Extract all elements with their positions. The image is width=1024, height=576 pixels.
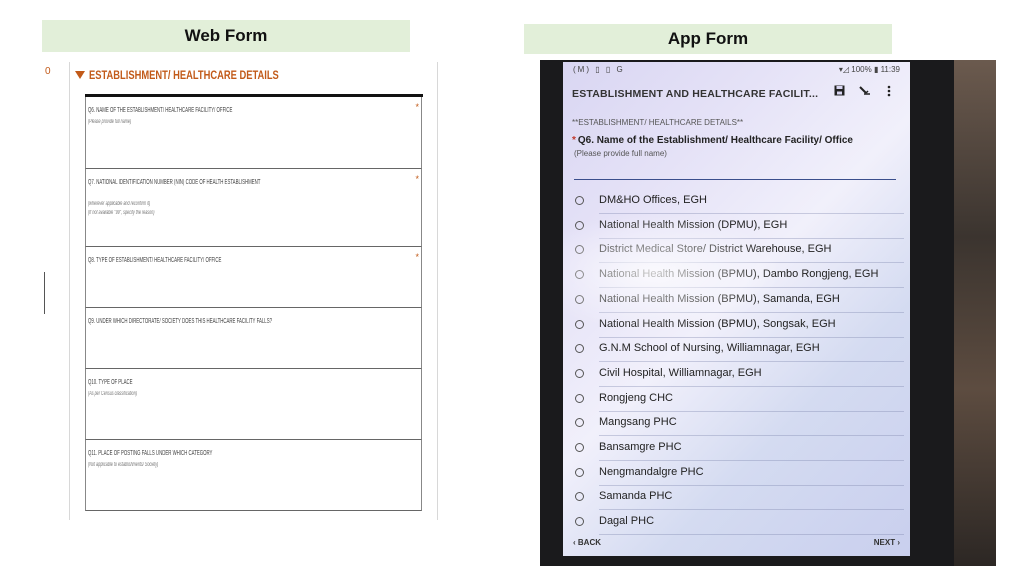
web-question-box[interactable]: Q9. UNDER WHICH DIRECTORATE/ SOCIETY DOE… (85, 308, 422, 369)
save-icon[interactable] (831, 85, 847, 101)
status-right-info: ▾◿ 100% ▮ 11:39 (838, 65, 900, 74)
radio-option-label: G.N.M School of Nursing, Williamnagar, E… (599, 342, 820, 355)
app-question-text: Q6. Name of the Establishment/ Healthcar… (577, 135, 853, 146)
status-bar: (M) ▯ ▯ G ▾◿ 100% ▮ 11:39 (563, 62, 910, 78)
app-question-underline (574, 179, 896, 180)
radio-option[interactable]: G.N.M School of Nursing, Williamnagar, E… (574, 338, 904, 363)
web-form-right-border (437, 62, 438, 520)
radio-option-label: National Health Mission (BPMU), Songsak,… (599, 317, 836, 330)
radio-option-label: District Medical Store/ District Warehou… (599, 243, 832, 256)
web-form-marker: 0 (45, 66, 51, 77)
back-label: BACK (577, 538, 601, 547)
radio-button-icon[interactable] (575, 368, 584, 378)
back-button[interactable]: ‹ BACK (573, 538, 601, 547)
radio-option-label: Mangsang PHC (599, 416, 677, 429)
radio-option-label: Samanda PHC (599, 490, 673, 503)
required-marker: * (415, 174, 419, 184)
web-question-hint: (wherever applicable and reconfirm it) (88, 201, 151, 207)
radio-option[interactable]: National Health Mission (BPMU), Songsak,… (574, 314, 904, 338)
web-section-title: ESTABLISHMENT/ HEALTHCARE DETAILS (89, 68, 279, 82)
app-question-title: * Q6. Name of the Establishment/ Healthca… (572, 135, 853, 146)
web-question-hint-secondary: (If not available "99", specify the reas… (88, 210, 155, 216)
radio-option-label: Nengmandalgre PHC (599, 465, 704, 478)
web-question-title: Q10. TYPE OF PLACE (88, 379, 133, 386)
radio-option[interactable]: Samanda PHC (574, 486, 904, 511)
radio-option-label: National Health Mission (BPMU), Dambo Ro… (599, 268, 879, 281)
web-question-title: Q7. NATIONAL IDENTIFICATION NUMBER (NIN)… (88, 179, 261, 186)
web-question-title: Q6. NAME OF THE ESTABLISHMENT/ HEALTHCAR… (88, 107, 233, 114)
web-question-box[interactable]: Q6. NAME OF THE ESTABLISHMENT/ HEALTHCAR… (85, 97, 422, 169)
collapse-triangle-icon[interactable] (75, 71, 85, 79)
web-question-hint: (Not applicable to establishments/ Socie… (88, 462, 159, 468)
next-button[interactable]: NEXT › (874, 538, 900, 547)
radio-option[interactable]: Bansamgre PHC (574, 437, 904, 461)
app-form-header: App Form (524, 24, 892, 54)
radio-option-label: Bansamgre PHC (599, 441, 682, 453)
required-marker: * (415, 252, 419, 262)
signature-icon[interactable] (857, 85, 873, 101)
radio-option-label: Civil Hospital, Williamnagar, EGH (599, 366, 762, 379)
app-question-hint: (Please provide full name) (574, 149, 667, 158)
web-question-box[interactable]: Q11. PLACE OF POSTING FALLS UNDER WHICH … (85, 440, 422, 511)
radio-option-label: Dagal PHC (599, 515, 655, 528)
required-star: * (572, 135, 576, 146)
web-question-title: Q8. TYPE OF ESTABLISHMENT/ HEALTHCARE FA… (88, 257, 222, 264)
radio-option[interactable]: DM&HO Offices, EGH (574, 190, 904, 214)
radio-button-icon[interactable] (575, 393, 584, 403)
app-bar: ESTABLISHMENT AND HEALTHCARE FACILIT... (563, 80, 910, 108)
radio-button-icon[interactable] (575, 245, 584, 255)
app-title: ESTABLISHMENT AND HEALTHCARE FACILIT... (572, 88, 819, 100)
radio-button-icon[interactable] (575, 467, 584, 477)
radio-button-icon[interactable] (575, 220, 584, 230)
desk-background (954, 60, 996, 566)
app-section-label: **ESTABLISHMENT/ HEALTHCARE DETAILS** (572, 118, 744, 127)
radio-button-icon[interactable] (575, 294, 584, 304)
radio-option-label: National Health Mission (DPMU), EGH (599, 218, 788, 231)
radio-option[interactable]: Civil Hospital, Williamnagar, EGH (574, 363, 904, 387)
radio-option-label: Rongjeng CHC (599, 391, 673, 404)
web-section-header[interactable]: ESTABLISHMENT/ HEALTHCARE DETAILS (75, 68, 332, 82)
radio-button-icon[interactable] (575, 418, 584, 428)
phone-screen: (M) ▯ ▯ G ▾◿ 100% ▮ 11:39 ESTABLISHMENT … (563, 62, 910, 556)
next-label: NEXT (873, 538, 896, 547)
radio-option[interactable]: District Medical Store/ District Warehou… (574, 239, 904, 264)
status-left-icons: (M) ▯ ▯ G (573, 65, 625, 74)
web-form-bracket (44, 272, 47, 314)
radio-option[interactable]: National Health Mission (BPMU), Samanda,… (574, 289, 904, 313)
radio-option[interactable]: Rongjeng CHC (574, 388, 904, 412)
web-question-box[interactable]: Q7. NATIONAL IDENTIFICATION NUMBER (NIN)… (85, 169, 422, 247)
app-nav-bar: ‹ BACK NEXT › (563, 532, 910, 556)
radio-option-label: DM&HO Offices, EGH (599, 194, 707, 206)
radio-button-icon[interactable] (575, 517, 584, 527)
radio-option[interactable]: Mangsang PHC (574, 412, 904, 437)
radio-button-icon[interactable] (575, 344, 584, 354)
radio-button-icon[interactable] (575, 492, 584, 502)
radio-button-icon[interactable] (575, 319, 584, 329)
web-question-hint: (Please provide full name) (88, 119, 132, 125)
radio-option[interactable]: National Health Mission (DPMU), EGH (574, 215, 904, 239)
radio-option[interactable]: National Health Mission (BPMU), Dambo Ro… (574, 264, 904, 289)
radio-button-icon[interactable] (575, 196, 584, 205)
web-question-title: Q11. PLACE OF POSTING FALLS UNDER WHICH … (88, 450, 213, 457)
web-question-box[interactable]: Q10. TYPE OF PLACE (As per Census classif… (85, 369, 422, 440)
radio-option-label: National Health Mission (BPMU), Samanda,… (599, 292, 840, 305)
radio-option[interactable]: Nengmandalgre PHC (574, 462, 904, 486)
web-form-left-border (69, 62, 70, 520)
web-question-title: Q9. UNDER WHICH DIRECTORATE/ SOCIETY DOE… (88, 318, 273, 325)
web-question-box[interactable]: Q8. TYPE OF ESTABLISHMENT/ HEALTHCARE FA… (85, 247, 422, 308)
required-marker: * (415, 102, 419, 112)
web-question-hint: (As per Census classification) (88, 391, 137, 397)
more-vertical-icon[interactable] (881, 85, 897, 101)
radio-button-icon[interactable] (575, 270, 584, 280)
web-form-header: Web Form (42, 20, 410, 52)
radio-button-icon[interactable] (575, 443, 584, 452)
